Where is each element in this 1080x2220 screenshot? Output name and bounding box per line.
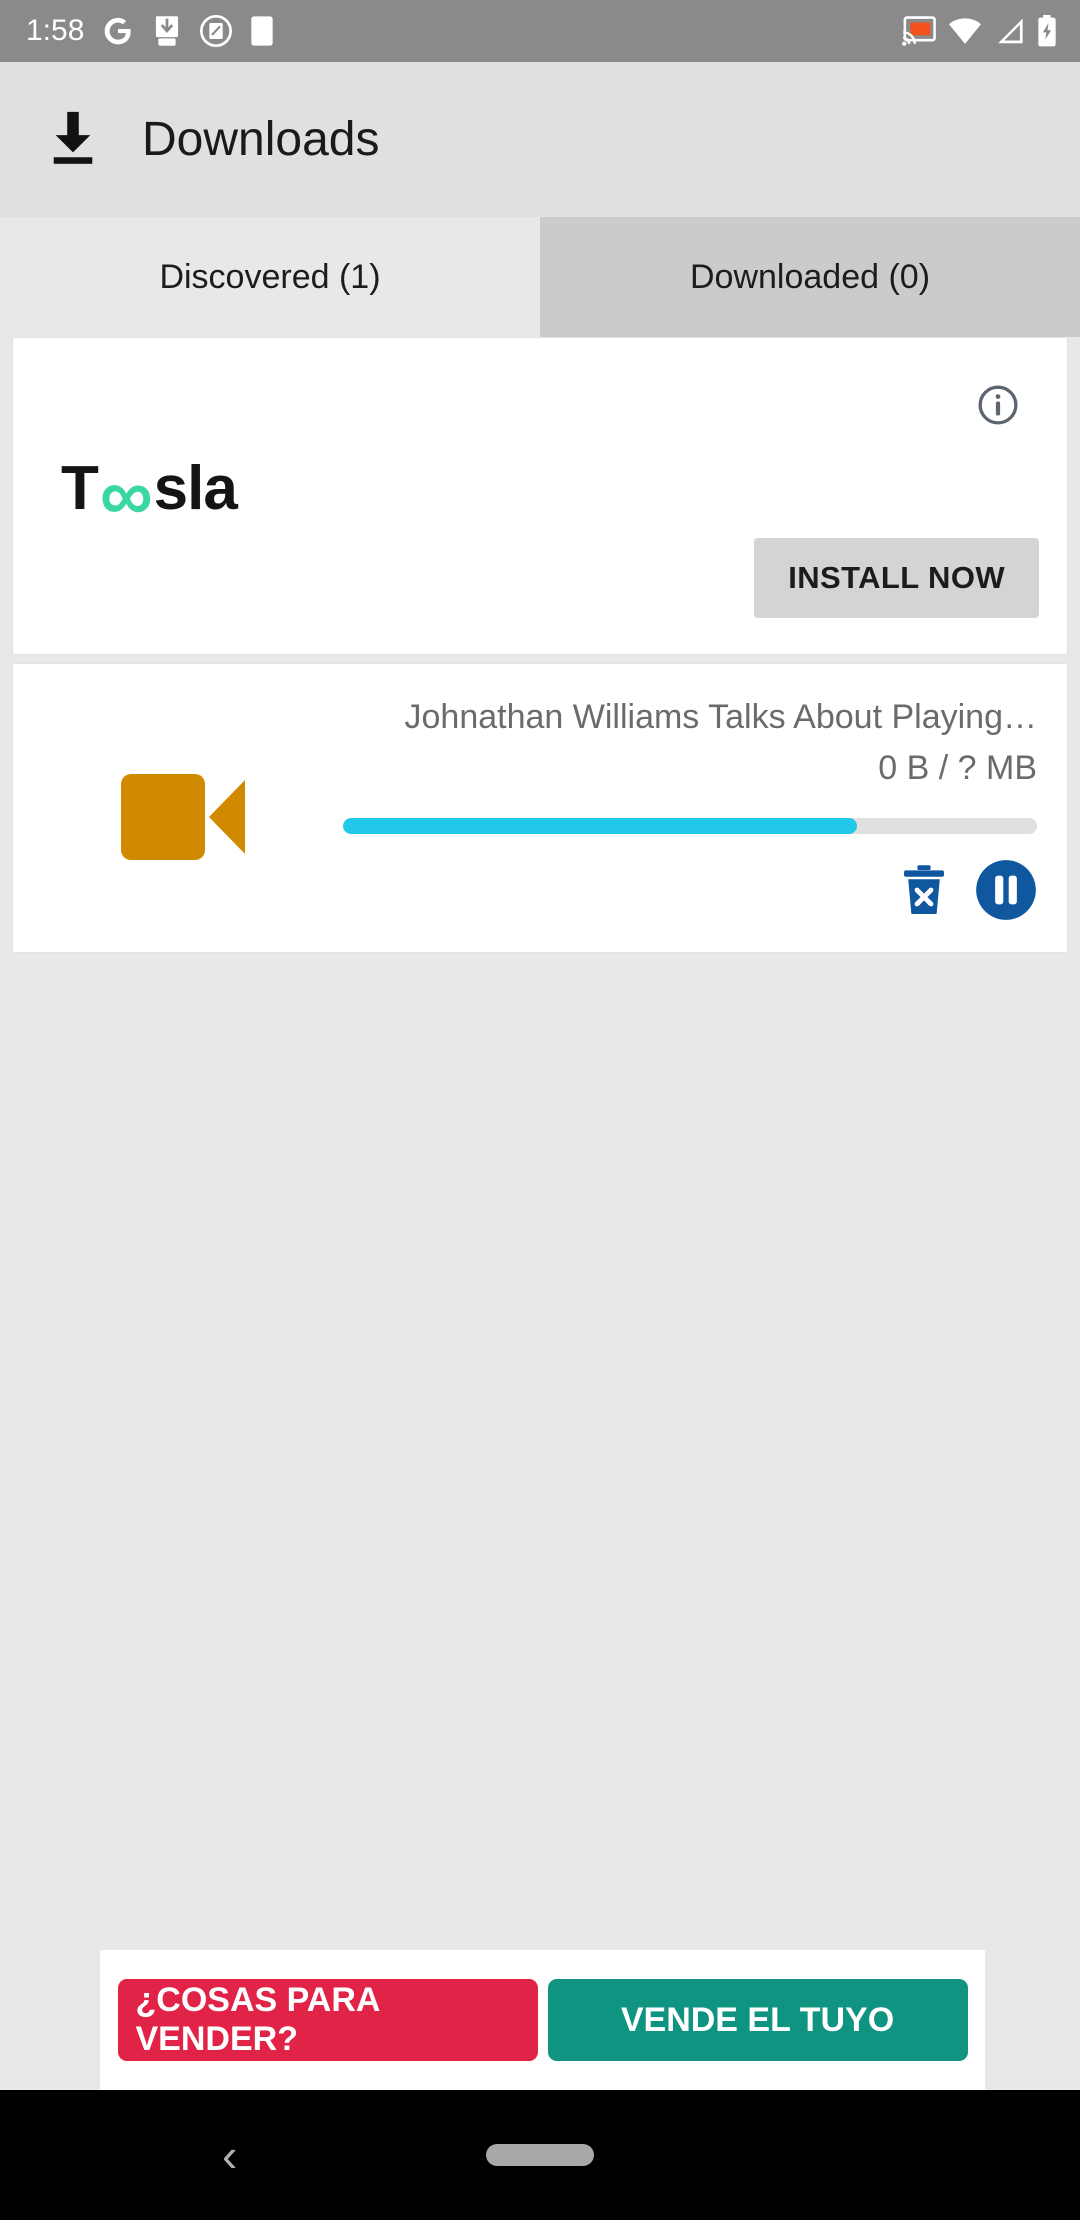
ad-card-toosla[interactable]: T ∞ sla INSTALL NOW (12, 337, 1068, 655)
tab-bar: Discovered (1) Downloaded (0) (0, 217, 1080, 337)
toosla-logo: T ∞ sla (61, 452, 238, 536)
delete-button[interactable] (901, 864, 947, 919)
wifi-icon (948, 17, 982, 45)
blank-app-icon (250, 15, 274, 47)
android-nav-bar: ‹ (0, 2090, 1080, 2220)
tab-downloaded[interactable]: Downloaded (0) (540, 217, 1080, 337)
video-camera-icon (121, 774, 249, 860)
download-item-card[interactable]: Johnathan Williams Talks About Playing… … (12, 663, 1068, 953)
nav-home-indicator[interactable] (486, 2144, 594, 2166)
status-bar-right (902, 15, 1058, 47)
download-size: 0 B / ? MB (878, 748, 1037, 787)
banner-pill-question[interactable]: ¿COSAS PARA VENDER? (117, 1979, 538, 2061)
cast-icon (902, 16, 936, 46)
install-now-button[interactable]: INSTALL NOW (754, 538, 1039, 618)
status-bar-left: 1:58 (26, 14, 274, 48)
signal-icon (994, 17, 1024, 45)
download-app-icon (152, 15, 182, 47)
download-progress-bar (343, 817, 1037, 834)
info-circle-icon[interactable] (977, 384, 1019, 426)
pause-button[interactable] (975, 859, 1037, 924)
tab-downloaded-label: Downloaded (0) (689, 257, 931, 296)
app-bar: Downloads (0, 62, 1080, 217)
download-progress-fill (343, 817, 857, 834)
toosla-logo-suffix: sla (153, 454, 238, 523)
content-area: T ∞ sla INSTALL NOW Johnathan Williams T… (0, 337, 1080, 2220)
infinity-icon: ∞ (99, 452, 153, 536)
banner-pill-cta[interactable]: VENDE EL TUYO (547, 1979, 968, 2061)
tab-discovered[interactable]: Discovered (1) (0, 217, 540, 337)
battery-charging-icon (1036, 15, 1058, 47)
banner-ad[interactable]: ¿COSAS PARA VENDER? VENDE EL TUYO (100, 1950, 985, 2090)
tab-discovered-label: Discovered (1) (159, 257, 381, 296)
download-icon (46, 108, 100, 171)
download-item-details: Johnathan Williams Talks About Playing… … (343, 696, 1037, 834)
screenshot-icon (200, 15, 233, 47)
page-title: Downloads (142, 113, 380, 166)
phone-screen: 1:58 Downloads Discovered (1) Downloaded… (0, 0, 1080, 2220)
status-clock: 1:58 (26, 14, 85, 47)
nav-back-icon[interactable]: ‹ (222, 2132, 237, 2178)
download-title: Johnathan Williams Talks About Playing… (404, 698, 1037, 736)
download-item-actions (901, 859, 1037, 924)
status-bar: 1:58 (0, 0, 1080, 62)
google-icon (102, 15, 134, 47)
toosla-logo-prefix: T (61, 454, 99, 523)
